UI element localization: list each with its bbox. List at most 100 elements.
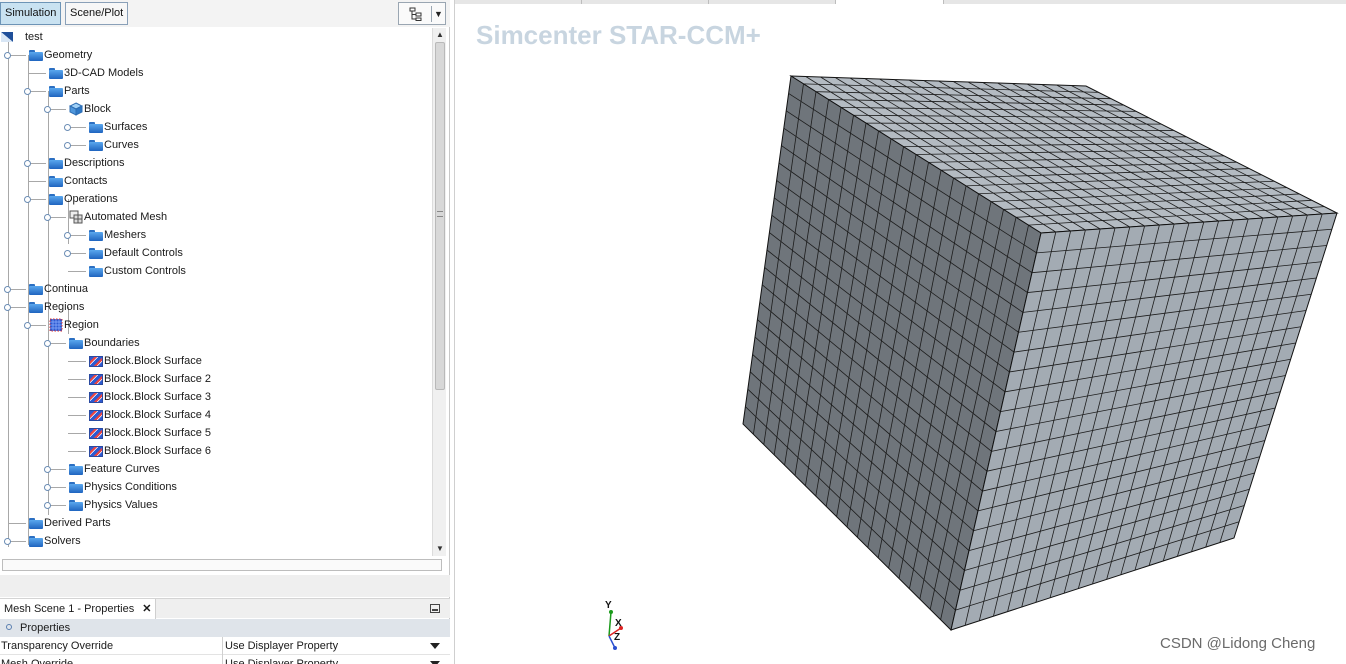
tree-item-label: Automated Mesh	[84, 211, 168, 223]
tree-item[interactable]: Automated Mesh	[0, 208, 430, 226]
horizontal-scrollbar[interactable]	[2, 559, 442, 571]
expand-toggle-icon[interactable]	[24, 88, 31, 95]
tree-item[interactable]: Operations	[0, 190, 430, 208]
tab-simulation[interactable]: Simulation	[0, 2, 62, 25]
properties-node-icon	[6, 624, 12, 630]
tree-item[interactable]: Descriptions	[0, 154, 430, 172]
folder-icon	[49, 68, 63, 79]
tree-item[interactable]: Geometry	[0, 46, 430, 64]
property-value[interactable]: Use Displayer Property	[225, 637, 338, 655]
tree-item-label: Curves	[104, 139, 139, 151]
expand-toggle-icon[interactable]	[24, 196, 31, 203]
properties-section[interactable]: Properties	[0, 619, 450, 637]
simulation-panel: Simulation Scene/Plot ▼ test Geometry 3D-C…	[0, 0, 450, 664]
tree-item-label: Block.Block Surface 3	[104, 391, 211, 403]
property-value[interactable]: Use Displayer Property	[225, 655, 338, 664]
tree-item-label: Block.Block Surface 4	[104, 409, 211, 421]
folder-icon	[89, 230, 103, 241]
expand-toggle-icon[interactable]	[64, 124, 71, 131]
tree-item-label: Physics Conditions	[84, 481, 177, 493]
tree-item[interactable]: Solvers	[0, 532, 430, 550]
scrollbar-thumb[interactable]	[435, 42, 445, 390]
scroll-down-icon[interactable]: ▼	[433, 542, 447, 556]
folder-icon	[49, 158, 63, 169]
folder-icon	[49, 194, 63, 205]
property-row-mesh-override[interactable]: Mesh Override Use Displayer Property	[0, 655, 450, 664]
expand-toggle-icon[interactable]	[4, 52, 11, 59]
tree-item[interactable]: Physics Conditions	[0, 478, 430, 496]
tree-item[interactable]: Curves	[0, 136, 430, 154]
tree-item[interactable]: Custom Controls	[0, 262, 430, 280]
tree-item[interactable]: Block.Block Surface 5	[0, 424, 430, 442]
tree-item-label: Regions	[44, 301, 85, 313]
expand-toggle-icon[interactable]	[24, 322, 31, 329]
expand-toggle-icon[interactable]	[4, 286, 11, 293]
minimize-icon[interactable]	[430, 604, 440, 613]
tree-view-button[interactable]: ▼	[398, 2, 446, 25]
tab-scene-plot[interactable]: Scene/Plot	[65, 2, 129, 25]
folder-icon	[69, 500, 83, 511]
folder-icon	[49, 86, 63, 97]
tree-item-label: Surfaces	[104, 121, 148, 133]
tree-scrollbar[interactable]: ▲ ▼	[432, 28, 446, 556]
tree-item[interactable]: Default Controls	[0, 244, 430, 262]
tree-item-label: Operations	[64, 193, 118, 205]
simulation-tree[interactable]: test Geometry 3D-CAD Models Parts Block Surfa…	[0, 28, 432, 556]
property-row-transparency[interactable]: Transparency Override Use Displayer Prop…	[0, 637, 450, 655]
properties-header: Mesh Scene 1 - Properties ✕	[0, 598, 450, 619]
tree-item-label: Contacts	[64, 175, 108, 187]
scroll-up-icon[interactable]: ▲	[433, 28, 447, 42]
expand-toggle-icon[interactable]	[44, 466, 51, 473]
expand-toggle-icon[interactable]	[64, 142, 71, 149]
tree-item[interactable]: Boundaries	[0, 334, 430, 352]
tree-item[interactable]: Block.Block Surface 2	[0, 370, 430, 388]
tree-item[interactable]: test	[0, 28, 430, 46]
tree-item[interactable]: 3D-CAD Models	[0, 64, 430, 82]
tree-item[interactable]: Parts	[0, 82, 430, 100]
tree-item[interactable]: Surfaces	[0, 118, 430, 136]
tree-item[interactable]: Feature Curves	[0, 460, 430, 478]
property-key: Mesh Override	[1, 658, 74, 664]
folder-icon	[29, 536, 43, 547]
mesh-cube[interactable]	[455, 0, 1346, 664]
expand-toggle-icon[interactable]	[44, 484, 51, 491]
tree-item-label: Meshers	[104, 229, 147, 241]
chevron-down-icon[interactable]: ▼	[434, 9, 443, 19]
tree-item[interactable]: Block.Block Surface 4	[0, 406, 430, 424]
folder-icon	[29, 302, 43, 313]
expand-toggle-icon[interactable]	[44, 340, 51, 347]
folder-icon	[89, 266, 103, 277]
expand-toggle-icon[interactable]	[4, 538, 11, 545]
folder-icon	[29, 284, 43, 295]
tree-item[interactable]: Block.Block Surface	[0, 352, 430, 370]
expand-toggle-icon[interactable]	[44, 214, 51, 221]
folder-icon	[29, 518, 43, 529]
cube-icon	[69, 102, 83, 116]
expand-toggle-icon[interactable]	[24, 160, 31, 167]
expand-toggle-icon[interactable]	[44, 502, 51, 509]
graphics-viewport[interactable]: Simcenter STAR-CCM+ Y X Z CSDN @Lidong C…	[454, 0, 1346, 664]
tree-item[interactable]: Regions	[0, 298, 430, 316]
properties-tab[interactable]: Mesh Scene 1 - Properties ✕	[0, 599, 157, 619]
tree-item[interactable]: Block.Block Surface 3	[0, 388, 430, 406]
tree-item[interactable]: Physics Values	[0, 496, 430, 514]
tree-item[interactable]: Region	[0, 316, 430, 334]
region-icon	[49, 318, 63, 332]
dropdown-arrow-icon[interactable]	[430, 643, 440, 649]
close-icon[interactable]: ✕	[142, 603, 151, 615]
tree-item[interactable]: Block	[0, 100, 430, 118]
tree-item-label: Physics Values	[84, 499, 158, 511]
tree-item[interactable]: Continua	[0, 280, 430, 298]
property-key: Transparency Override	[1, 640, 114, 652]
axis-y-label: Y	[605, 600, 612, 611]
tree-item[interactable]: Meshers	[0, 226, 430, 244]
tree-item-label: Continua	[44, 283, 89, 295]
tree-item-label: Block.Block Surface 6	[104, 445, 211, 457]
expand-toggle-icon[interactable]	[44, 106, 51, 113]
tree-item[interactable]: Contacts	[0, 172, 430, 190]
expand-toggle-icon[interactable]	[4, 304, 11, 311]
expand-toggle-icon[interactable]	[64, 232, 71, 239]
tree-item[interactable]: Block.Block Surface 6	[0, 442, 430, 460]
expand-toggle-icon[interactable]	[64, 250, 71, 257]
tree-item[interactable]: Derived Parts	[0, 514, 430, 532]
